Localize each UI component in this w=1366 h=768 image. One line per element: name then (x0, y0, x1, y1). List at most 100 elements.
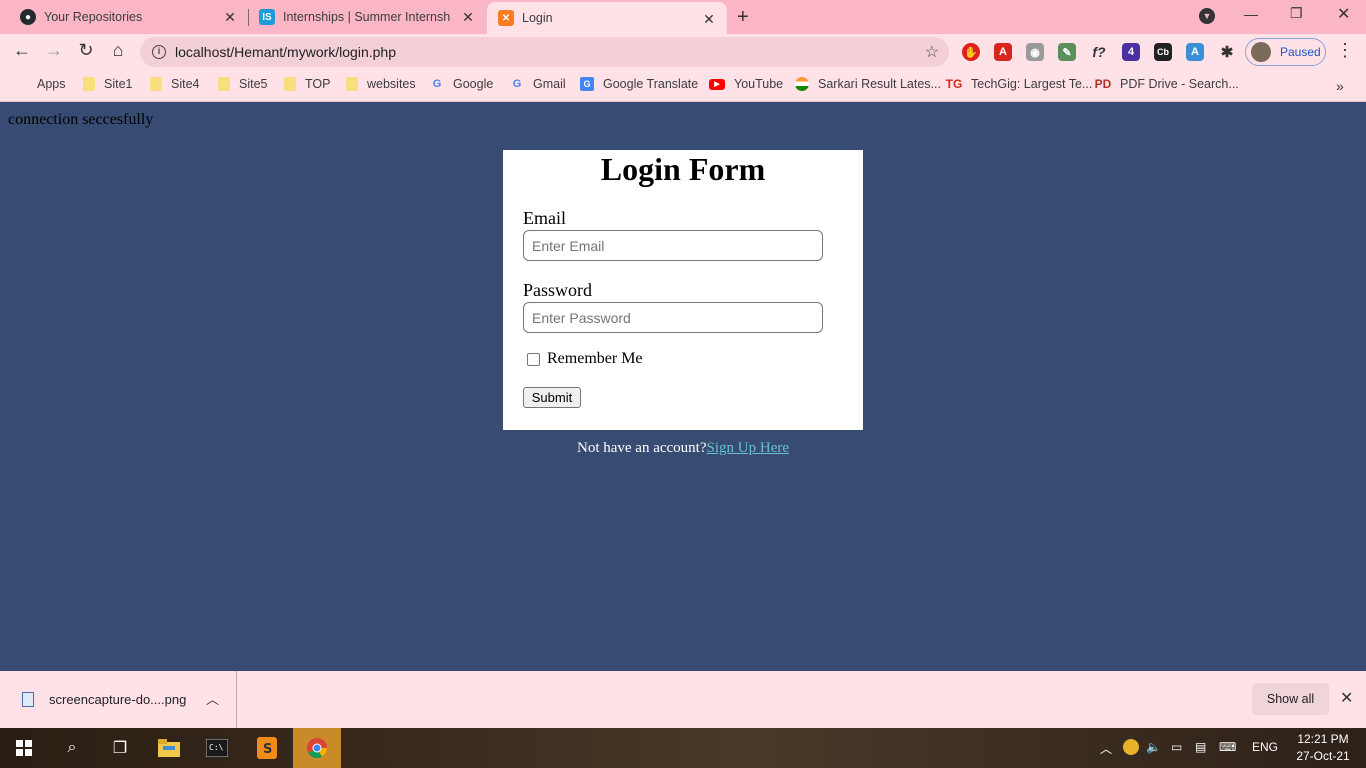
github-icon: ● (20, 9, 36, 25)
bookmark-label: websites (367, 77, 416, 91)
bookmark-label: PDF Drive - Search... (1120, 77, 1239, 91)
youtube-icon: ▶ (709, 78, 725, 90)
sublime-text-icon[interactable]: S (255, 736, 279, 760)
bookmark-site1[interactable]: Site1 (83, 77, 133, 91)
form-title: Login Form (600, 151, 766, 187)
camera-icon[interactable]: ◉ (1026, 43, 1044, 61)
extension-badge-icon[interactable]: 4 (1122, 43, 1140, 61)
pdfdrive-icon: PD (1094, 77, 1112, 91)
puzzle-icon[interactable]: ✱ (1218, 43, 1236, 61)
close-tab-icon[interactable]: ✕ (222, 9, 238, 26)
bookmark-star-icon[interactable]: ☆ (925, 42, 939, 62)
bookmark-techgig[interactable]: TG TechGig: Largest Te... (945, 77, 1093, 91)
notification-icon[interactable]: ▤ (1195, 740, 1206, 754)
download-item[interactable]: screencapture-do....png ︿ (0, 671, 237, 728)
page-content: connection seccesfully Login Form Email … (0, 102, 1366, 671)
image-file-icon (22, 692, 34, 707)
signup-prompt-line: Not have an account?Sign Up Here (0, 440, 1366, 457)
show-all-button[interactable]: Show all (1252, 683, 1329, 715)
taskbar: ⌕ ❐ C:\ S ︿ 🔈 ▭ ▤ ⌨ ENG 12:21 PM 27-Oct-… (0, 728, 1366, 768)
profile-button[interactable]: Paused (1245, 38, 1326, 66)
close-shelf-icon[interactable]: ✕ (1340, 688, 1353, 708)
cb-icon[interactable]: Cb (1154, 43, 1172, 61)
folder-icon (150, 77, 162, 91)
more-bookmarks-icon[interactable]: » (1336, 78, 1344, 94)
tab-title: Internships | Summer Internship (283, 10, 451, 24)
bookmark-label: Apps (37, 77, 66, 91)
remember-me-checkbox[interactable] (527, 353, 540, 366)
tab-title: Login (522, 11, 553, 25)
new-tab-icon[interactable]: + (737, 6, 749, 29)
terminal-icon[interactable]: C:\ (205, 736, 229, 760)
accessibility-icon[interactable]: A (1186, 43, 1204, 61)
techgig-icon: TG (945, 77, 963, 91)
svg-text:C:\: C:\ (209, 743, 224, 752)
forward-icon[interactable]: → (42, 40, 66, 61)
file-explorer-icon[interactable] (157, 736, 181, 760)
svg-text:S: S (263, 742, 272, 757)
close-tab-icon[interactable]: ✕ (701, 11, 717, 28)
reload-icon[interactable]: ↻ (74, 40, 98, 61)
chevron-up-icon[interactable]: ︿ (1100, 740, 1112, 757)
bookmark-top[interactable]: TOP (284, 77, 330, 91)
xampp-icon: ✕ (498, 10, 514, 26)
clock[interactable]: 12:21 PM 27-Oct-21 (1293, 731, 1353, 765)
signup-prompt: Not have an account? (576, 440, 707, 456)
bookmark-label: Site1 (104, 77, 133, 91)
language-indicator[interactable]: ENG (1252, 740, 1278, 754)
pdf-icon[interactable]: A (994, 43, 1012, 61)
menu-icon[interactable]: ⋮ (1336, 40, 1354, 61)
password-input[interactable] (523, 302, 823, 333)
bookmark-site5[interactable]: Site5 (218, 77, 268, 91)
bookmark-gmail[interactable]: G Gmail (510, 77, 566, 91)
bookmark-websites[interactable]: websites (346, 77, 416, 91)
profile-label: Paused (1280, 45, 1321, 59)
minimize-icon[interactable]: — (1244, 6, 1258, 22)
clock-time: 12:21 PM (1297, 732, 1349, 746)
signup-link[interactable]: Sign Up Here (707, 440, 790, 456)
email-input[interactable] (523, 230, 823, 261)
task-view-icon[interactable]: ❐ (108, 736, 132, 760)
close-tab-icon[interactable]: ✕ (460, 9, 476, 26)
address-bar[interactable]: i localhost/Hemant/mywork/login.php ☆ (140, 37, 949, 67)
tab-your-repositories[interactable]: ● Your Repositories ✕ (0, 0, 248, 34)
tab-internships[interactable]: IS Internships | Summer Internship ✕ (248, 0, 486, 34)
bookmark-label: TechGig: Largest Te... (971, 77, 1093, 91)
bookmark-label: Google Translate (603, 77, 699, 91)
bookmark-youtube[interactable]: ▶ YouTube (709, 77, 783, 91)
submit-button[interactable]: Submit (523, 387, 581, 408)
bookmark-google[interactable]: G Google (430, 77, 494, 91)
folder-icon (83, 77, 95, 91)
eyedropper-icon[interactable]: ✎ (1058, 43, 1076, 61)
bookmark-label: YouTube (734, 77, 784, 91)
bookmark-sarkari-result[interactable]: Sarkari Result Lates... (795, 77, 941, 91)
site-info-icon[interactable]: i (152, 45, 166, 59)
tray-app-icon[interactable] (1123, 739, 1139, 755)
keyboard-icon[interactable]: ⌨ (1219, 740, 1236, 754)
font-icon[interactable]: f? (1090, 43, 1108, 61)
restore-icon[interactable]: ❐ (1290, 5, 1303, 22)
search-icon[interactable]: ⌕ (60, 736, 84, 760)
bookmark-google-translate[interactable]: G Google Translate (580, 77, 698, 91)
tab-login[interactable]: ✕ Login ✕ (487, 2, 727, 34)
tab-search-icon[interactable]: ▼ (1199, 8, 1215, 24)
avatar (1251, 42, 1271, 62)
chevron-up-icon[interactable]: ︿ (206, 689, 219, 708)
bookmark-apps[interactable]: Apps (14, 77, 66, 91)
bookmark-site4[interactable]: Site4 (150, 77, 200, 91)
translate-icon: G (580, 77, 594, 91)
chrome-icon[interactable] (305, 736, 329, 760)
back-icon[interactable]: ← (10, 40, 34, 61)
email-label: Email (523, 208, 566, 228)
volume-icon[interactable]: 🔈 (1146, 740, 1161, 754)
windows-start-icon[interactable] (12, 736, 36, 760)
adblock-icon[interactable]: ✋ (962, 43, 980, 61)
close-window-icon[interactable]: ✕ (1337, 4, 1350, 24)
battery-icon[interactable]: ▭ (1171, 740, 1182, 754)
bookmark-pdf-drive[interactable]: PD PDF Drive - Search... (1095, 77, 1239, 91)
folder-icon (218, 77, 230, 91)
download-shelf: screencapture-do....png ︿ Show all ✕ (0, 671, 1366, 728)
clock-date: 27-Oct-21 (1296, 749, 1350, 763)
home-icon[interactable]: ⌂ (106, 40, 130, 61)
tab-strip: ● Your Repositories ✕ IS Internships | S… (0, 0, 1366, 34)
